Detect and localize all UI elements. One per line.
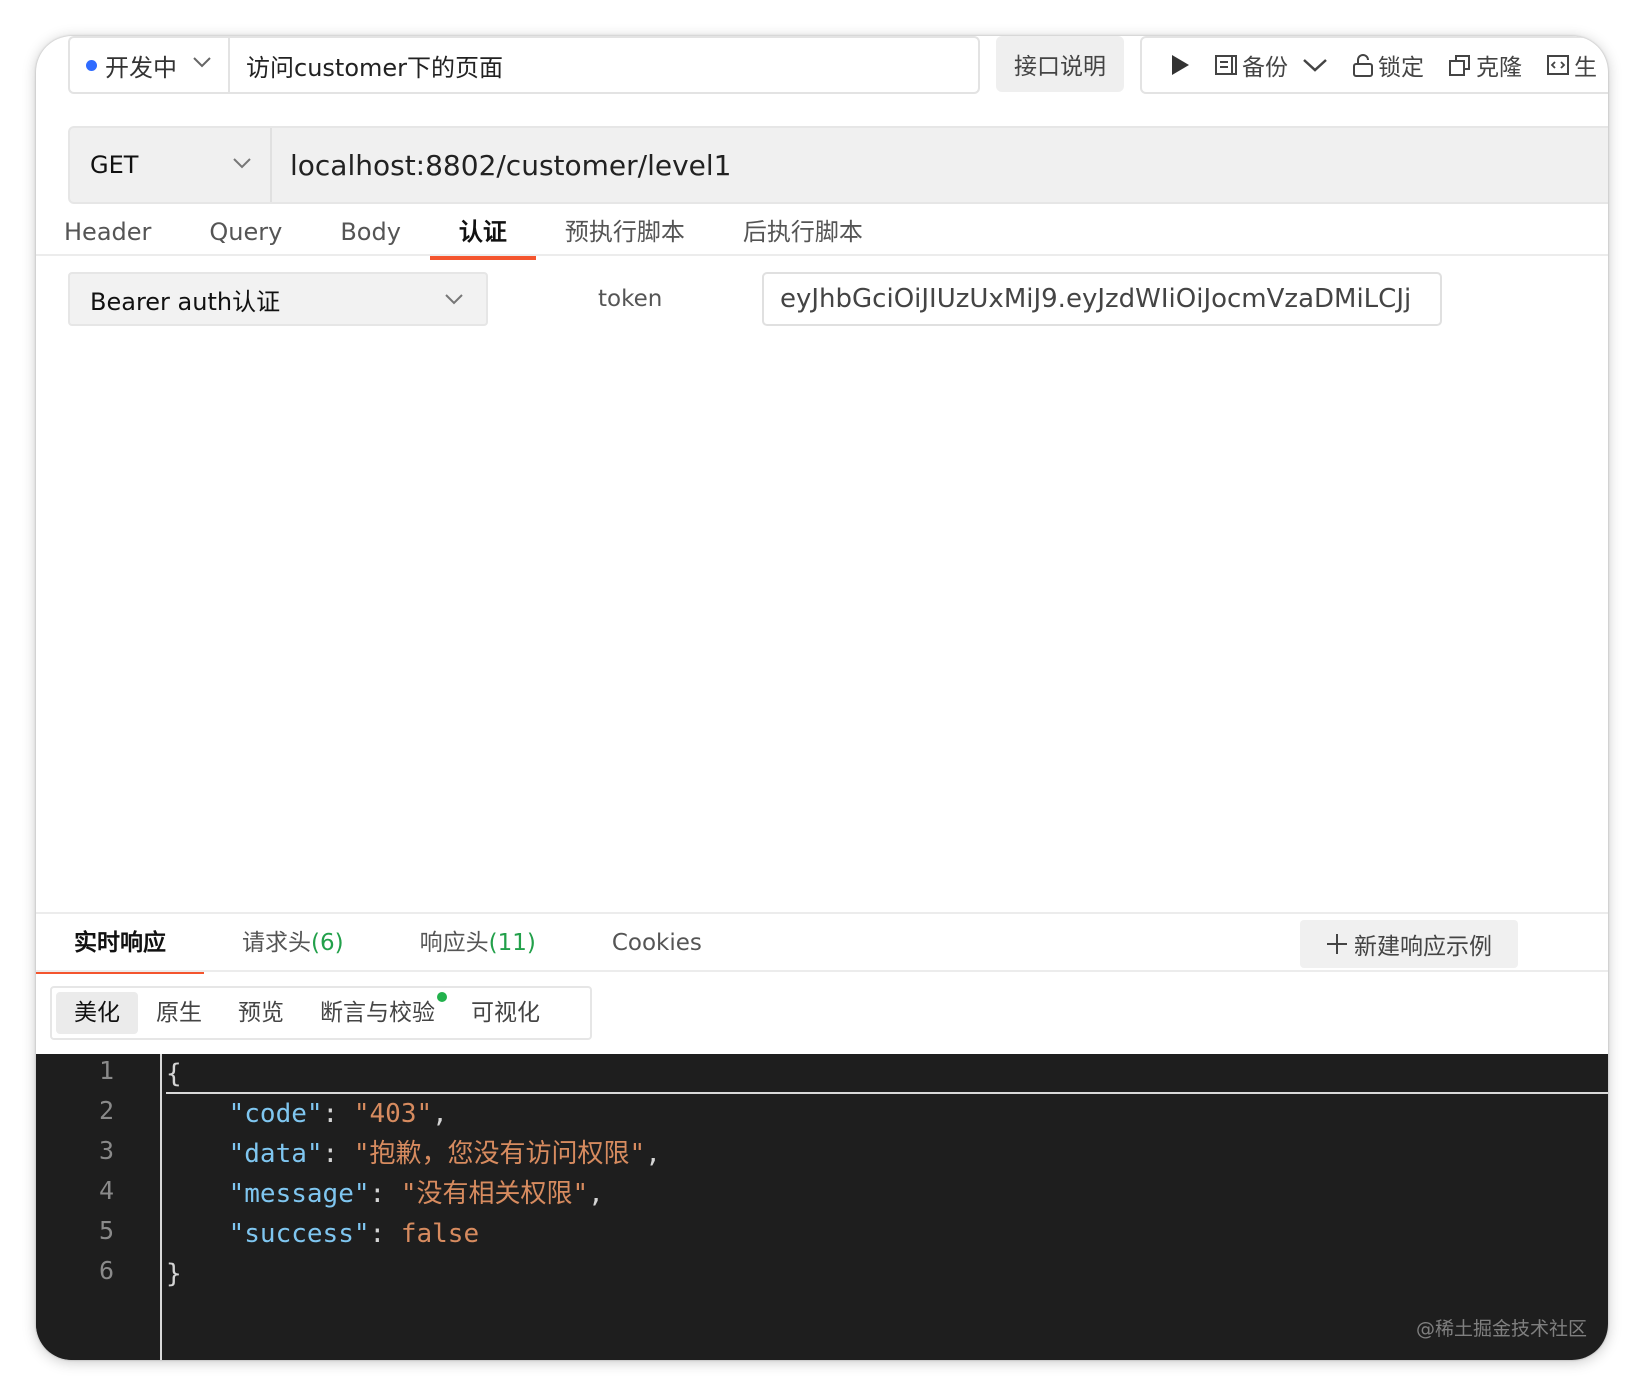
current-line-highlight: [166, 1054, 1608, 1094]
tab-live-response[interactable]: 实时响应: [36, 914, 204, 974]
tab-header[interactable]: Header: [64, 206, 180, 258]
view-mode-visualize[interactable]: 可视化: [453, 992, 558, 1034]
new-example-label: 新建响应示例: [1354, 934, 1492, 960]
chevron-down-icon: [445, 294, 463, 305]
clone-icon: [1449, 55, 1470, 76]
tab-request-headers-label: 请求头: [242, 930, 311, 956]
auth-type-dropdown[interactable]: Bearer auth认证: [68, 272, 488, 326]
line-number: 6: [98, 1256, 114, 1285]
line-number: 4: [98, 1176, 114, 1205]
chevron-down-icon: [233, 158, 251, 169]
code-line: {: [166, 1059, 182, 1089]
chevron-down-icon: [1303, 59, 1327, 72]
response-body-editor[interactable]: 1 2 3 4 5 6 { "code": "403", "data": "抱歉…: [36, 1054, 1608, 1360]
assertion-status-dot: [437, 992, 447, 1002]
view-mode-switcher: 美化 原生 预览 断言与校验 可视化: [50, 986, 592, 1040]
json-message-value: 没有相关权限: [416, 1179, 573, 1209]
backup-icon: [1215, 55, 1237, 75]
code-icon: [1547, 55, 1569, 75]
tab-auth[interactable]: 认证: [429, 206, 536, 260]
tab-live-response-label: 实时响应: [74, 930, 166, 956]
status-dropdown[interactable]: 开发中: [68, 36, 228, 94]
url-bar: GET localhost:8802/customer/level1: [68, 126, 1608, 204]
lock-label: 锁定: [1378, 55, 1424, 81]
view-mode-assertions[interactable]: 断言与校验: [302, 992, 453, 1034]
status-label: 开发中: [105, 53, 177, 82]
code-line: "success": false: [228, 1219, 480, 1249]
tab-query[interactable]: Query: [180, 206, 311, 258]
method-label: GET: [90, 151, 139, 179]
method-dropdown[interactable]: GET: [70, 128, 272, 202]
plus-icon: [1327, 934, 1347, 954]
new-response-example-button[interactable]: 新建响应示例: [1300, 920, 1518, 968]
line-number-gutter: 1 2 3 4 5 6: [36, 1054, 162, 1360]
clone-button[interactable]: 克隆: [1448, 48, 1522, 82]
json-success-value: false: [400, 1219, 480, 1249]
watermark: @稀土掘金技术社区: [1416, 1318, 1588, 1340]
clone-label: 克隆: [1476, 55, 1522, 81]
json-data-value: 抱歉，您没有访问权限: [369, 1139, 630, 1169]
response-headers-count: (11): [488, 930, 536, 956]
generate-label: 生: [1574, 55, 1597, 81]
tab-response-headers[interactable]: 响应头(11): [382, 914, 574, 972]
api-name-input[interactable]: 访问customer下的页面: [228, 36, 980, 94]
api-client-window: 开发中 访问customer下的页面 接口说明 备份 锁定 克隆 生 GET l…: [36, 36, 1608, 1360]
backup-button[interactable]: 备份: [1214, 48, 1328, 82]
tab-request-headers[interactable]: 请求头(6): [204, 914, 382, 972]
tab-body[interactable]: Body: [311, 206, 430, 258]
code-line: "data": "抱歉，您没有访问权限",: [228, 1139, 661, 1169]
token-input[interactable]: eyJhbGciOiJIUzUxMiJ9.eyJzdWIiOiJocmVzaDM…: [762, 272, 1442, 326]
json-code-value: 403: [369, 1099, 417, 1129]
run-button[interactable]: [1170, 54, 1190, 76]
tabs-divider: [36, 254, 1608, 256]
view-mode-raw[interactable]: 原生: [138, 992, 220, 1034]
chevron-down-icon: [193, 57, 211, 68]
token-label: token: [598, 286, 663, 312]
tab-cookies[interactable]: Cookies: [574, 914, 740, 972]
tab-post-script[interactable]: 后执行脚本: [714, 206, 892, 258]
line-number: 3: [98, 1136, 114, 1165]
request-headers-count: (6): [311, 930, 344, 956]
response-tabs-divider: [36, 970, 1608, 972]
code-line: }: [166, 1259, 182, 1289]
line-number: 5: [98, 1216, 114, 1245]
response-tabs: 实时响应 请求头(6) 响应头(11) Cookies: [36, 914, 740, 974]
code-line: "code": "403",: [228, 1099, 448, 1129]
lock-button[interactable]: 锁定: [1352, 48, 1424, 82]
tab-cookies-label: Cookies: [611, 930, 702, 956]
view-mode-pretty[interactable]: 美化: [56, 992, 138, 1034]
generate-code-button[interactable]: 生: [1546, 48, 1597, 82]
code-line: "message": "没有相关权限",: [228, 1179, 604, 1209]
auth-type-label: Bearer auth认证: [90, 287, 281, 316]
status-dot: [86, 59, 97, 71]
view-mode-preview[interactable]: 预览: [220, 992, 302, 1034]
api-name-text: 访问customer下的页面: [246, 53, 504, 82]
play-icon: [1172, 55, 1189, 75]
api-doc-button[interactable]: 接口说明: [996, 36, 1124, 92]
view-mode-assertions-label: 断言与校验: [320, 1000, 435, 1026]
backup-label: 备份: [1242, 55, 1288, 81]
line-number: 1: [98, 1056, 114, 1085]
lock-icon: [1353, 54, 1373, 77]
tab-response-headers-label: 响应头: [419, 930, 489, 956]
tab-pre-script[interactable]: 预执行脚本: [536, 206, 714, 258]
action-toolbar: 备份 锁定 克隆 生: [1140, 36, 1608, 94]
line-number: 2: [98, 1096, 114, 1125]
url-input[interactable]: localhost:8802/customer/level1: [274, 128, 732, 202]
request-tabs: Header Query Body 认证 预执行脚本 后执行脚本: [64, 206, 892, 260]
